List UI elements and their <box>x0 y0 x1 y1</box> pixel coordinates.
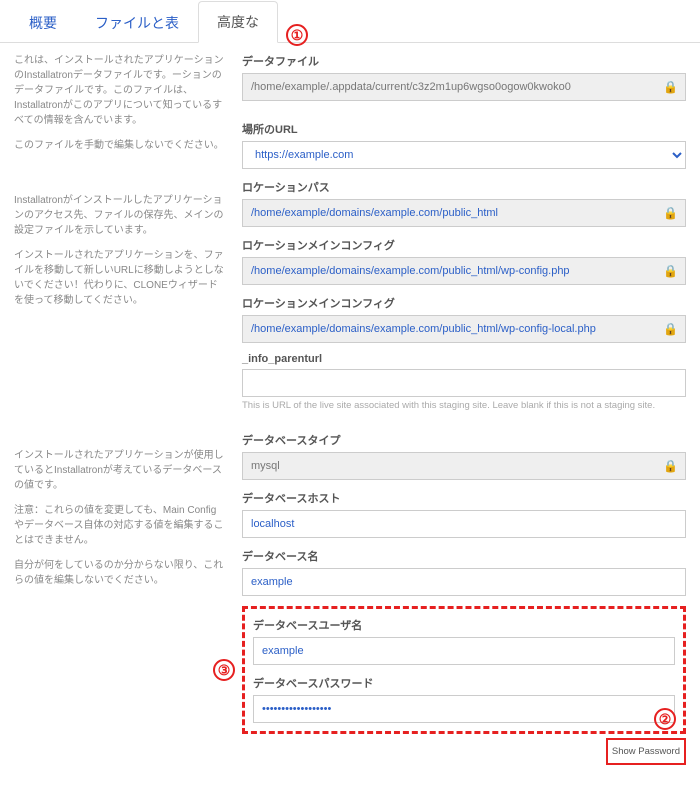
field-location-main2: ロケーションメインコンフィグ 🔒 <box>242 295 686 343</box>
main-form: データファイル 🔒 場所のURL https://example.com ロケー… <box>242 53 686 765</box>
input-location-path <box>242 199 686 227</box>
field-parenturl: _info_parenturl This is URL of the live … <box>242 353 686 412</box>
sidebar-text: インストールされたアプリケーションを、ファイルを移動して新しいURLに移動しよう… <box>14 248 224 308</box>
sidebar-text: インストールされたアプリケーションが使用しているとInstallatronが考え… <box>14 448 224 493</box>
label-url: 場所のURL <box>242 121 686 137</box>
label-dbuser: データベースユーザ名 <box>253 617 675 633</box>
show-password-button[interactable]: Show Password <box>606 738 686 765</box>
field-datafile: データファイル 🔒 <box>242 53 686 101</box>
input-dbuser[interactable] <box>253 637 675 665</box>
lock-icon: 🔒 <box>663 264 678 278</box>
sidebar-text: 自分が何をしているのか分からない限り、これらの値を編集しないでください。 <box>14 558 224 588</box>
label-dbpass: データベースパスワード <box>253 675 675 691</box>
field-location-path: ロケーションパス 🔒 <box>242 179 686 227</box>
tab-files[interactable]: ファイルと表 <box>76 2 198 43</box>
sidebar-block-3: インストールされたアプリケーションが使用しているとInstallatronが考え… <box>14 448 224 588</box>
input-dbpass[interactable] <box>253 695 675 723</box>
field-dbname: データベース名 <box>242 548 686 596</box>
select-url[interactable]: https://example.com <box>242 141 686 169</box>
label-dbtype: データベースタイプ <box>242 432 686 448</box>
annotation-3: ③ <box>213 659 235 681</box>
label-location-path: ロケーションパス <box>242 179 686 195</box>
content-area: これは、インストールされたアプリケーションのInstallatronデータファイ… <box>0 43 700 795</box>
sidebar-block-2: Installatronがインストールしたアプリケーションのアクセス先、ファイル… <box>14 193 224 308</box>
lock-icon: 🔒 <box>663 80 678 94</box>
label-location-main1: ロケーションメインコンフィグ <box>242 237 686 253</box>
sidebar-text: これは、インストールされたアプリケーションのInstallatronデータファイ… <box>14 53 224 128</box>
label-location-main2: ロケーションメインコンフィグ <box>242 295 686 311</box>
input-datafile <box>242 73 686 101</box>
input-dbtype <box>242 452 686 480</box>
field-dbpass: データベースパスワード <box>253 675 675 723</box>
field-dbhost: データベースホスト <box>242 490 686 538</box>
input-dbhost[interactable] <box>242 510 686 538</box>
field-dbtype: データベースタイプ 🔒 <box>242 432 686 480</box>
input-location-main1 <box>242 257 686 285</box>
label-parenturl: _info_parenturl <box>242 353 686 365</box>
annotation-1: ① <box>286 24 308 46</box>
sidebar-text: 注意：これらの値を変更しても、Main Configやデータベース自体の対応する… <box>14 503 224 548</box>
label-dbhost: データベースホスト <box>242 490 686 506</box>
annotation-box-credentials: ③ データベースユーザ名 データベースパスワード <box>242 606 686 734</box>
lock-icon: 🔒 <box>663 206 678 220</box>
input-dbname[interactable] <box>242 568 686 596</box>
show-password-row: ② Show Password <box>242 738 686 765</box>
sidebar: これは、インストールされたアプリケーションのInstallatronデータファイ… <box>14 53 224 765</box>
label-dbname: データベース名 <box>242 548 686 564</box>
input-parenturl[interactable] <box>242 369 686 397</box>
helper-parenturl: This is URL of the live site associated … <box>242 399 686 412</box>
lock-icon: 🔒 <box>663 459 678 473</box>
input-location-main2 <box>242 315 686 343</box>
field-location-main1: ロケーションメインコンフィグ 🔒 <box>242 237 686 285</box>
sidebar-text: Installatronがインストールしたアプリケーションのアクセス先、ファイル… <box>14 193 224 238</box>
sidebar-text: このファイルを手動で編集しないでください。 <box>14 138 224 153</box>
sidebar-block-1: これは、インストールされたアプリケーションのInstallatronデータファイ… <box>14 53 224 153</box>
field-url: 場所のURL https://example.com <box>242 121 686 169</box>
tab-bar: 概要 ファイルと表 高度な ① <box>0 0 700 43</box>
label-datafile: データファイル <box>242 53 686 69</box>
tab-advanced[interactable]: 高度な <box>198 1 278 43</box>
lock-icon: 🔒 <box>663 322 678 336</box>
tab-overview[interactable]: 概要 <box>10 2 76 43</box>
field-dbuser: データベースユーザ名 <box>253 617 675 665</box>
